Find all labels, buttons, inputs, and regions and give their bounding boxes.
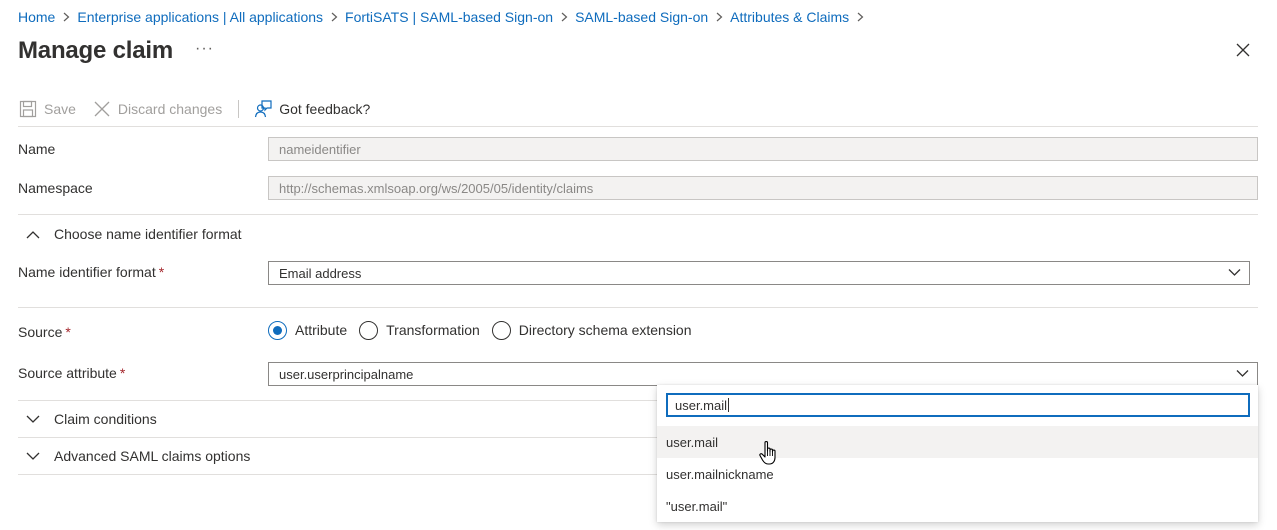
save-icon	[18, 99, 38, 119]
name-identifier-format-label: Name identifier format *	[18, 264, 165, 280]
source-attribute-search-input[interactable]: user.mail	[666, 393, 1250, 417]
section-title: Claim conditions	[54, 411, 157, 427]
chevron-right-icon	[323, 12, 345, 22]
hand-cursor-icon	[759, 440, 776, 465]
source-transformation-radio[interactable]: Transformation	[359, 320, 480, 340]
discard-changes-label: Discard changes	[117, 101, 223, 117]
breadcrumb-fortisats-link[interactable]: FortiSATS | SAML-based Sign-on	[345, 9, 553, 25]
chevron-right-icon	[849, 12, 871, 22]
radio-checked-icon	[268, 320, 287, 340]
name-value: nameidentifier	[279, 141, 361, 157]
toolbar-divider	[238, 100, 240, 118]
chevron-up-icon	[26, 230, 40, 238]
divider	[18, 307, 1258, 308]
namespace-value: http://schemas.xmlsoap.org/ws/2005/05/id…	[279, 180, 594, 196]
radio-label: Transformation	[386, 322, 480, 338]
page-title: Manage claim	[18, 37, 173, 64]
chevron-down-icon	[1228, 269, 1241, 276]
radio-label: Attribute	[295, 322, 348, 338]
source-attribute-radio[interactable]: Attribute	[268, 320, 348, 340]
chevron-right-icon	[55, 12, 77, 22]
source-attribute-label: Source attribute *	[18, 365, 126, 381]
chevron-right-icon	[553, 12, 575, 22]
listbox-option[interactable]: user.mailnickname	[657, 458, 1258, 490]
feedback-icon	[253, 99, 273, 119]
claim-conditions-section-toggle[interactable]: Claim conditions	[26, 411, 157, 427]
required-marker: *	[158, 264, 165, 280]
source-directory-schema-radio[interactable]: Directory schema extension	[491, 320, 692, 340]
title-row: Manage claim ···	[18, 36, 214, 66]
breadcrumb-saml-sign-on-link[interactable]: SAML-based Sign-on	[575, 9, 708, 25]
required-marker: *	[65, 324, 71, 340]
radio-unchecked-icon	[359, 320, 379, 340]
save-button[interactable]: Save	[18, 96, 76, 122]
chevron-right-icon	[708, 12, 730, 22]
breadcrumb-home-link[interactable]: Home	[18, 9, 55, 25]
source-attribute-value: user.userprincipalname	[279, 366, 414, 382]
source-attribute-dropdown[interactable]: user.userprincipalname	[268, 362, 1258, 386]
close-button[interactable]	[1235, 42, 1251, 58]
close-icon	[1236, 43, 1250, 57]
listbox-option[interactable]: "user.mail"	[657, 490, 1258, 522]
chevron-down-icon	[1236, 370, 1249, 377]
name-label: Name	[18, 141, 56, 157]
radio-label: Directory schema extension	[518, 322, 692, 338]
divider	[18, 126, 1258, 127]
discard-icon	[92, 99, 112, 119]
required-marker: *	[119, 365, 126, 381]
source-label: Source *	[18, 324, 71, 340]
chevron-down-icon	[26, 452, 40, 460]
section-title: Advanced SAML claims options	[54, 448, 251, 464]
feedback-button[interactable]: Got feedback?	[253, 96, 370, 122]
discard-changes-button[interactable]: Discard changes	[92, 96, 222, 122]
search-value: user.mail	[675, 397, 728, 413]
radio-unchecked-icon	[491, 320, 511, 340]
breadcrumb-enterprise-apps-link[interactable]: Enterprise applications | All applicatio…	[77, 9, 323, 25]
more-options-icon[interactable]: ···	[195, 40, 214, 58]
source-attribute-listbox: user.mail user.mail user.mailnickname "u…	[657, 385, 1258, 522]
breadcrumb: Home Enterprise applications | All appli…	[18, 8, 871, 26]
text-caret	[728, 398, 730, 412]
name-identifier-format-dropdown[interactable]: Email address	[268, 261, 1250, 285]
namespace-label: Namespace	[18, 180, 93, 196]
namespace-field: http://schemas.xmlsoap.org/ws/2005/05/id…	[268, 176, 1258, 200]
listbox-option[interactable]: user.mail	[657, 426, 1258, 458]
command-bar: Save Discard changes Got feedback?	[18, 96, 370, 122]
name-field: nameidentifier	[268, 137, 1258, 161]
advanced-saml-options-section-toggle[interactable]: Advanced SAML claims options	[26, 448, 250, 464]
source-radio-group: Attribute Transformation Directory schem…	[268, 320, 704, 340]
feedback-label: Got feedback?	[279, 101, 371, 117]
breadcrumb-attributes-claims-link[interactable]: Attributes & Claims	[730, 9, 849, 25]
name-identifier-format-section-toggle[interactable]: Choose name identifier format	[26, 226, 242, 242]
name-identifier-format-value: Email address	[279, 265, 362, 281]
section-title: Choose name identifier format	[54, 226, 242, 242]
save-label: Save	[44, 101, 76, 117]
divider	[18, 214, 1258, 215]
chevron-down-icon	[26, 415, 40, 423]
